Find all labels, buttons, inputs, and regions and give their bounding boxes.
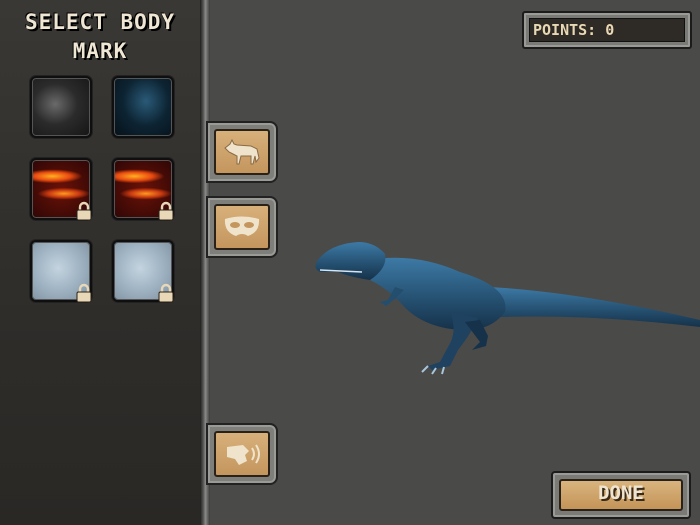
points-display: POINTS: 0 — [522, 11, 692, 49]
lock-icon — [158, 283, 174, 303]
roar-icon — [227, 444, 260, 465]
done-label: DONE — [559, 479, 683, 511]
lock-icon — [76, 201, 92, 221]
swatch-blue[interactable] — [112, 76, 174, 138]
panel-title: SELECT BODY MARK — [24, 10, 176, 63]
swatch-black[interactable] — [30, 76, 92, 138]
points-label: POINTS: 0 — [529, 18, 685, 42]
lock-icon — [158, 201, 174, 221]
tab-mask[interactable] — [206, 196, 278, 258]
mask-icon — [224, 216, 260, 236]
tab-animal[interactable] — [206, 121, 278, 183]
done-button[interactable]: DONE — [551, 471, 691, 519]
wolf-icon — [224, 138, 260, 165]
dinosaur-model — [315, 242, 700, 375]
lock-icon — [76, 283, 92, 303]
tab-sound[interactable] — [206, 423, 278, 485]
